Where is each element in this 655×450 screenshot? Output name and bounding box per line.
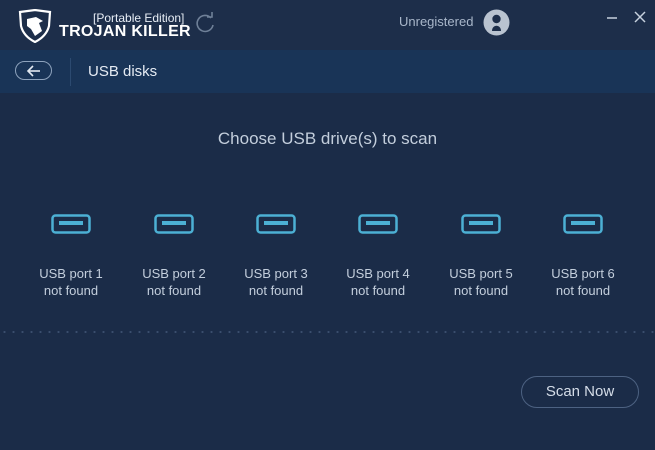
page-title: USB disks [88,63,158,80]
close-icon[interactable] [632,9,648,25]
usb-port-6[interactable]: USB port 6 not found [533,214,633,299]
minimize-icon[interactable] [604,9,620,25]
registration-status[interactable]: Unregistered [399,14,473,29]
usb-port-3[interactable]: USB port 3 not found [226,214,326,299]
app-brand: TROJAN KILLER [59,23,191,40]
back-arrow-icon [26,65,40,77]
usb-port-status: not found [43,283,99,298]
refresh-icon[interactable] [193,11,217,35]
usb-port-icon [256,214,296,234]
usb-port-label: USB port 5 [449,266,513,281]
usb-port-label: USB port 1 [39,266,103,281]
usb-port-status: not found [555,283,611,298]
usb-port-status: not found [350,283,406,298]
usb-port-label: USB port 6 [551,266,615,281]
usb-port-icon [563,214,603,234]
usb-port-4[interactable]: USB port 4 not found [328,214,428,299]
usb-port-status: not found [453,283,509,298]
usb-port-label: USB port 2 [142,266,206,281]
usb-port-status: not found [248,283,304,298]
user-icon[interactable] [483,9,510,36]
usb-port-2[interactable]: USB port 2 not found [124,214,224,299]
usb-port-1[interactable]: USB port 1 not found [21,214,121,299]
shield-logo-icon [18,9,52,43]
scan-now-button[interactable]: Scan Now [521,376,639,408]
usb-port-status: not found [146,283,202,298]
usb-port-icon [51,214,91,234]
usb-port-label: USB port 3 [244,266,308,281]
back-button[interactable] [15,61,52,80]
usb-port-icon [154,214,194,234]
usb-port-icon [358,214,398,234]
nav-divider [70,58,71,86]
nav-bar: USB disks [0,50,655,93]
usb-port-icon [461,214,501,234]
dotted-divider [0,331,655,333]
usb-port-label: USB port 4 [346,266,410,281]
scan-heading: Choose USB drive(s) to scan [217,129,438,148]
usb-port-5[interactable]: USB port 5 not found [431,214,531,299]
title-bar: [Portable Edition] TROJAN KILLER Unregis… [0,0,655,50]
